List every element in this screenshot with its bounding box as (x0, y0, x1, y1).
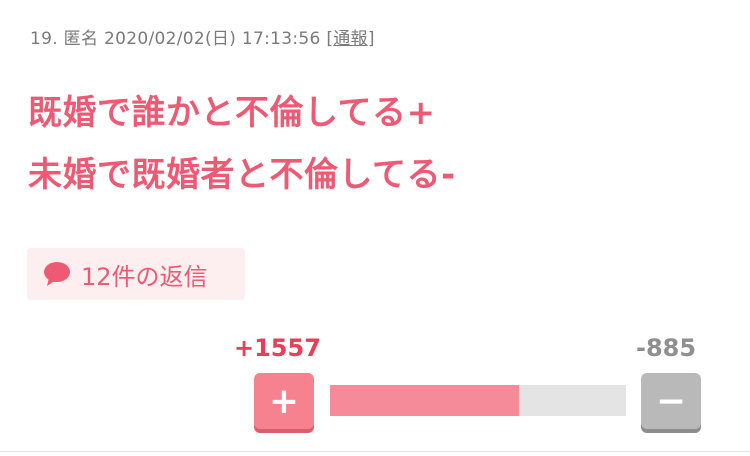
comment-author: 匿名 (63, 29, 99, 49)
comment-meta: 19. 匿名 2020/02/02(日) 17:13:56 [通報] (30, 24, 375, 49)
report-bracket-close: ] (367, 29, 375, 49)
minus-icon: − (655, 380, 687, 422)
minus-vote-count: -885 (636, 334, 697, 362)
comment-number: 19. (30, 29, 58, 49)
speech-bubble-icon (44, 262, 70, 286)
comment-timestamp: 2020/02/02(日) 17:13:56 (103, 29, 321, 49)
vote-ratio-fill (330, 385, 520, 416)
comment-body: 既婚で誰かと不倫してる+ 未婚で既婚者と不倫してる- (28, 82, 456, 206)
comment-body-line: 未婚で既婚者と不倫してる- (28, 155, 456, 195)
comment-body-line: 既婚で誰かと不倫してる+ (28, 93, 436, 133)
vote-ratio-bar (330, 385, 626, 416)
report-link[interactable]: 通報 (333, 29, 368, 49)
plus-icon: + (268, 380, 300, 422)
plus-vote-count: +1557 (234, 334, 321, 362)
minus-vote-button[interactable]: − (641, 373, 701, 429)
divider (0, 451, 750, 452)
reply-count-label: 12件の返信 (81, 262, 208, 291)
reply-count-button[interactable]: 12件の返信 (27, 248, 245, 300)
plus-vote-button[interactable]: + (254, 373, 314, 429)
